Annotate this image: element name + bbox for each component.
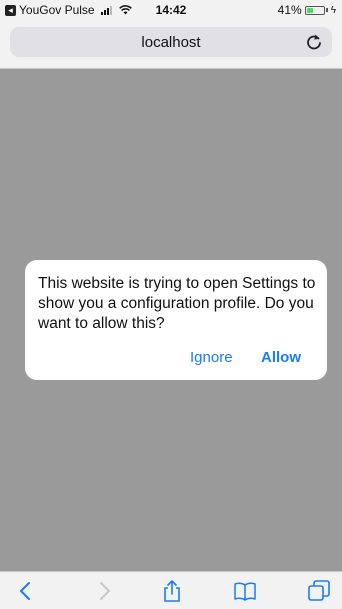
bookmarks-icon[interactable] bbox=[233, 579, 257, 603]
reload-icon[interactable] bbox=[304, 32, 324, 52]
address-bar-area: localhost bbox=[0, 20, 342, 69]
status-right: 41% ϟ bbox=[278, 3, 336, 17]
ignore-button[interactable]: Ignore bbox=[190, 349, 233, 366]
back-icon[interactable] bbox=[14, 579, 38, 603]
share-icon[interactable] bbox=[160, 579, 184, 603]
allow-button[interactable]: Allow bbox=[261, 349, 301, 366]
battery-percent: 41% bbox=[277, 3, 302, 17]
tabs-icon[interactable] bbox=[307, 579, 331, 603]
battery-level bbox=[306, 7, 314, 13]
charging-icon: ϟ bbox=[330, 4, 336, 16]
bottom-toolbar bbox=[0, 571, 342, 609]
configuration-profile-alert: This website is trying to open Settings … bbox=[25, 260, 327, 380]
address-bar[interactable]: localhost bbox=[10, 27, 332, 57]
forward-icon[interactable] bbox=[92, 579, 116, 603]
alert-message: This website is trying to open Settings … bbox=[38, 275, 316, 332]
address-url[interactable]: localhost bbox=[10, 34, 332, 51]
battery-tip bbox=[325, 8, 328, 12]
status-bar: ◂ YouGov Pulse 14:42 41% ϟ bbox=[0, 0, 342, 20]
battery-icon bbox=[304, 5, 325, 15]
